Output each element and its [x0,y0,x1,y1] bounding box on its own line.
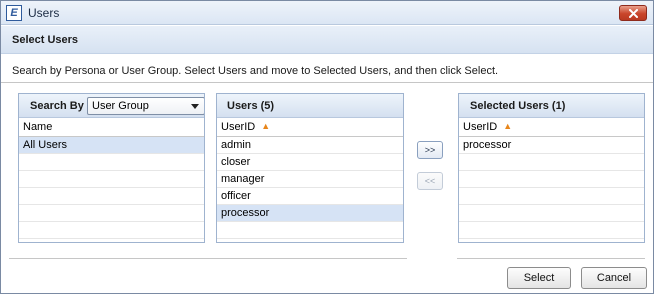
table-row[interactable]: officer [217,188,403,205]
chevron-down-icon [191,104,199,109]
section-title: Select Users [12,34,79,46]
column-header-text: UserID [221,121,256,133]
users-panel-title: Users (5) [227,100,275,112]
footer-divider [9,258,407,259]
userid-column-header[interactable]: UserID ▲ [217,118,403,137]
list-item[interactable] [19,188,204,205]
table-row[interactable]: manager [217,171,403,188]
table-row[interactable] [459,154,644,171]
cancel-button[interactable]: Cancel [581,267,647,289]
table-row[interactable]: closer [217,154,403,171]
users-dialog: E Users Select Users Search by Persona o… [0,0,654,294]
selected-users-panel: Selected Users (1) UserID ▲ processor [458,93,645,243]
add-selected-button[interactable]: >> [417,141,443,159]
close-icon [629,9,638,18]
instructions-text: Search by Persona or User Group. Select … [12,65,499,77]
column-header-label: UserID ▲ [221,121,270,133]
list-item-label: All Users [23,139,68,151]
app-icon: E [6,5,22,21]
remove-selected-button[interactable]: << [417,172,443,190]
table-row[interactable]: processor [459,137,644,154]
search-panel: Search By User Group Name All Users [18,93,205,243]
search-panel-header: Search By User Group [19,94,204,118]
divider [1,82,653,83]
column-header-text: UserID [463,121,498,133]
user-id: processor [221,207,270,219]
name-column-header[interactable]: Name [19,118,204,137]
search-by-dropdown[interactable]: User Group [87,97,204,115]
users-panel-header: Users (5) [217,94,403,118]
list-item[interactable] [19,222,204,239]
selected-users-title: Selected Users (1) [470,100,566,112]
list-item[interactable] [19,154,204,171]
user-id: officer [221,190,251,202]
user-id: manager [221,173,265,185]
sort-ascending-icon: ▲ [503,121,513,131]
users-panel: Users (5) UserID ▲ admin closer manager o… [216,93,404,243]
window-title: Users [28,6,60,20]
dropdown-value: User Group [92,100,149,112]
user-id: admin [221,139,251,151]
column-header-label: UserID ▲ [463,121,512,133]
list-item[interactable]: All Users [19,137,204,154]
table-row[interactable]: admin [217,137,403,154]
user-id: processor [463,139,512,151]
close-button[interactable] [619,5,647,21]
sort-ascending-icon: ▲ [261,121,271,131]
user-id: closer [221,156,251,168]
table-row[interactable] [217,222,403,239]
table-row[interactable] [459,205,644,222]
table-row[interactable] [459,188,644,205]
search-by-label: Search By [30,100,84,112]
table-row[interactable] [459,222,644,239]
selected-users-panel-header: Selected Users (1) [459,94,644,118]
list-item[interactable] [19,205,204,222]
footer-divider [457,258,645,259]
column-header-label: Name [23,121,53,133]
section-header: Select Users [1,26,653,54]
table-row[interactable]: processor [217,205,403,222]
title-bar[interactable]: E Users [1,1,653,25]
table-row[interactable] [459,171,644,188]
selected-userid-column-header[interactable]: UserID ▲ [459,118,644,137]
select-button[interactable]: Select [507,267,571,289]
list-item[interactable] [19,171,204,188]
